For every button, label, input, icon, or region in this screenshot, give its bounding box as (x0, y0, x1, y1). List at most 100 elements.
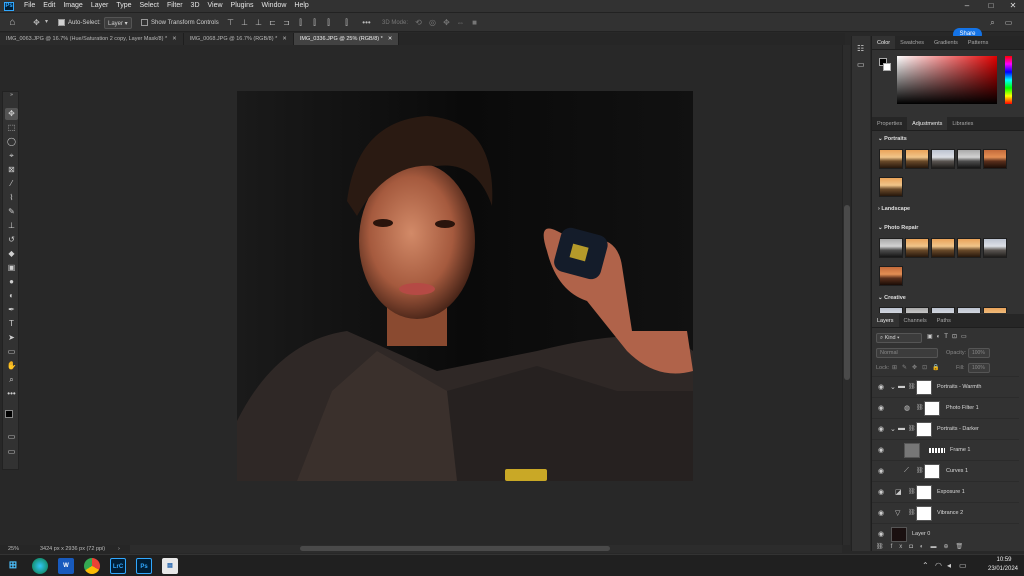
word-icon[interactable]: W (58, 558, 74, 574)
preset-thumbnail[interactable] (879, 238, 903, 258)
preset-thumbnail[interactable] (905, 149, 929, 169)
search-icon[interactable]: ⌕ (988, 18, 997, 27)
layer-mask-thumbnail[interactable] (916, 380, 932, 395)
preset-thumbnail[interactable] (957, 149, 981, 169)
brush-tool-icon[interactable]: ✎ (5, 206, 18, 218)
3d-orbit-icon[interactable]: ⟲ (414, 18, 423, 27)
blend-mode-dropdown[interactable]: Normal (876, 348, 938, 358)
history-brush-tool-icon[interactable]: ↺ (5, 234, 18, 246)
visibility-eye-icon[interactable]: ◉ (877, 425, 885, 433)
distribute-vcenter-icon[interactable]: ⫿ (310, 18, 319, 27)
foreground-color-swatch[interactable] (5, 410, 13, 418)
visibility-eye-icon[interactable]: ◉ (877, 383, 885, 391)
layer-row-frame[interactable]: ◉ Frame 1 (872, 439, 1019, 460)
preset-thumbnail[interactable] (879, 177, 903, 197)
layer-mask-thumbnail[interactable] (924, 401, 940, 416)
chevron-right-icon[interactable]: › (118, 545, 120, 554)
tab-color[interactable]: Color (872, 36, 896, 49)
layer-name[interactable]: Portraits - Darker (937, 426, 979, 432)
close-icon[interactable]: ✕ (172, 33, 177, 45)
hand-tool-icon[interactable]: ✋ (5, 360, 18, 372)
show-transform-checkbox[interactable]: Show Transform Controls (141, 17, 219, 29)
link-icon[interactable]: ⛓ (916, 404, 924, 411)
volume-icon[interactable]: ◂ (947, 561, 951, 570)
auto-select-checkbox[interactable]: Auto-Select: (58, 17, 101, 29)
3d-slide-icon[interactable]: ⇔ (456, 18, 465, 27)
screen-mode-icon[interactable]: ▭ (5, 446, 18, 458)
home-icon[interactable]: ⌂ (8, 18, 17, 28)
windows-start-icon[interactable]: ⊞ (5, 558, 21, 574)
menu-3d[interactable]: 3D (187, 0, 204, 12)
chevron-down-icon[interactable]: ⌄ (890, 383, 896, 391)
tab-layers[interactable]: Layers (872, 314, 899, 327)
preset-thumbnail[interactable] (931, 238, 955, 258)
menu-select[interactable]: Select (136, 0, 163, 12)
zoom-level[interactable]: 25% (8, 545, 19, 554)
battery-icon[interactable]: ▭ (959, 561, 967, 570)
crop-tool-icon[interactable]: ⊠ (5, 164, 18, 176)
preset-thumbnail[interactable] (879, 149, 903, 169)
layer-mask-thumbnail[interactable] (916, 506, 932, 521)
color-picker-field[interactable] (897, 56, 997, 104)
close-icon[interactable]: ✕ (1002, 0, 1024, 12)
align-top-icon[interactable]: ⊤ (226, 18, 235, 27)
menu-view[interactable]: View (204, 0, 227, 12)
layer-filter-icons[interactable]: ▣◐T⊡▭ (927, 333, 971, 340)
align-bottom-icon[interactable]: ⊥ (254, 18, 263, 27)
layer-row-exposure[interactable]: ◉ ◪ ⛓ Exposure 1 (872, 481, 1019, 502)
document-image[interactable] (237, 91, 693, 481)
3d-scale-icon[interactable]: ■ (470, 18, 479, 27)
preset-thumbnail[interactable] (983, 149, 1007, 169)
rectangle-tool-icon[interactable]: ▭ (5, 346, 18, 358)
distribute-bottom-icon[interactable]: ⫿ (324, 18, 333, 27)
layer-name[interactable]: Portraits - Warmth (937, 384, 981, 390)
layer-row-layer-0[interactable]: ◉ Layer 0 (872, 523, 1019, 544)
layer-name[interactable]: Layer 0 (912, 531, 930, 537)
lasso-tool-icon[interactable]: ◯ (5, 136, 18, 148)
lightroom-classic-icon[interactable]: LrC (110, 558, 126, 574)
menu-filter[interactable]: Filter (163, 0, 187, 12)
tab-img-0336[interactable]: IMG_0336.JPG @ 25% (RGB/8) * ✕ (293, 33, 400, 45)
quick-mask-icon[interactable]: ▭ (5, 431, 18, 443)
pen-tool-icon[interactable]: ✒ (5, 304, 18, 316)
layer-name[interactable]: Curves 1 (946, 468, 968, 474)
link-icon[interactable]: ⛓ (908, 509, 916, 516)
tab-patterns[interactable]: Patterns (963, 36, 993, 49)
marquee-tool-icon[interactable]: ⬚ (5, 122, 18, 134)
chevron-down-icon[interactable]: ▾ (42, 18, 51, 27)
section-creative[interactable]: ⌄ Creative (878, 295, 906, 301)
layer-thumbnail[interactable] (904, 443, 920, 458)
menu-plugins[interactable]: Plugins (227, 0, 258, 12)
chevron-down-icon[interactable]: ⌄ (890, 425, 896, 433)
preset-thumbnail[interactable] (931, 149, 955, 169)
auto-select-dropdown[interactable]: Layer ▾ (104, 17, 132, 29)
tab-properties[interactable]: Properties (872, 117, 907, 130)
visibility-eye-icon[interactable]: ◉ (877, 488, 885, 496)
layer-row-portraits-warmth[interactable]: ◉ ⌄ ▬ ⛓ Portraits - Warmth (872, 376, 1019, 397)
visibility-eye-icon[interactable]: ◉ (877, 404, 885, 412)
layer-row-vibrance[interactable]: ◉ ▽ ⛓ Vibrance 2 (872, 502, 1019, 523)
3d-pan-icon[interactable]: ✥ (442, 18, 451, 27)
section-photo-repair[interactable]: ⌄ Photo Repair (878, 225, 918, 231)
layer-mask-thumbnail[interactable] (916, 422, 932, 437)
menu-layer[interactable]: Layer (87, 0, 113, 12)
tab-paths[interactable]: Paths (932, 314, 956, 327)
preset-thumbnail[interactable] (957, 307, 981, 313)
more-options-icon[interactable]: ••• (362, 18, 371, 27)
quick-select-tool-icon[interactable]: ⌖ (5, 150, 18, 162)
link-icon[interactable]: ⛓ (908, 488, 916, 495)
distribute-top-icon[interactable]: ⫿ (296, 18, 305, 27)
collapse-icon[interactable]: » (5, 92, 18, 98)
maximize-icon[interactable]: □ (980, 0, 1002, 12)
layer-name[interactable]: Frame 1 (950, 447, 970, 453)
history-icon[interactable]: ☷ (857, 44, 864, 53)
filter-kind-dropdown[interactable]: ⌕ Kind ▾ (876, 333, 922, 343)
layer-row-curves[interactable]: ◉ ⟋ ⛓ Curves 1 (872, 460, 1019, 481)
background-swatch[interactable] (883, 63, 891, 71)
workspace-icon[interactable]: ▭ (1004, 18, 1013, 27)
move-tool-icon[interactable]: ✥ (5, 108, 18, 120)
fill-input[interactable]: 100% (968, 363, 990, 373)
clock-time[interactable]: 10:59 (988, 557, 1020, 563)
chrome-icon[interactable] (84, 558, 100, 574)
type-tool-icon[interactable]: T (5, 318, 18, 330)
